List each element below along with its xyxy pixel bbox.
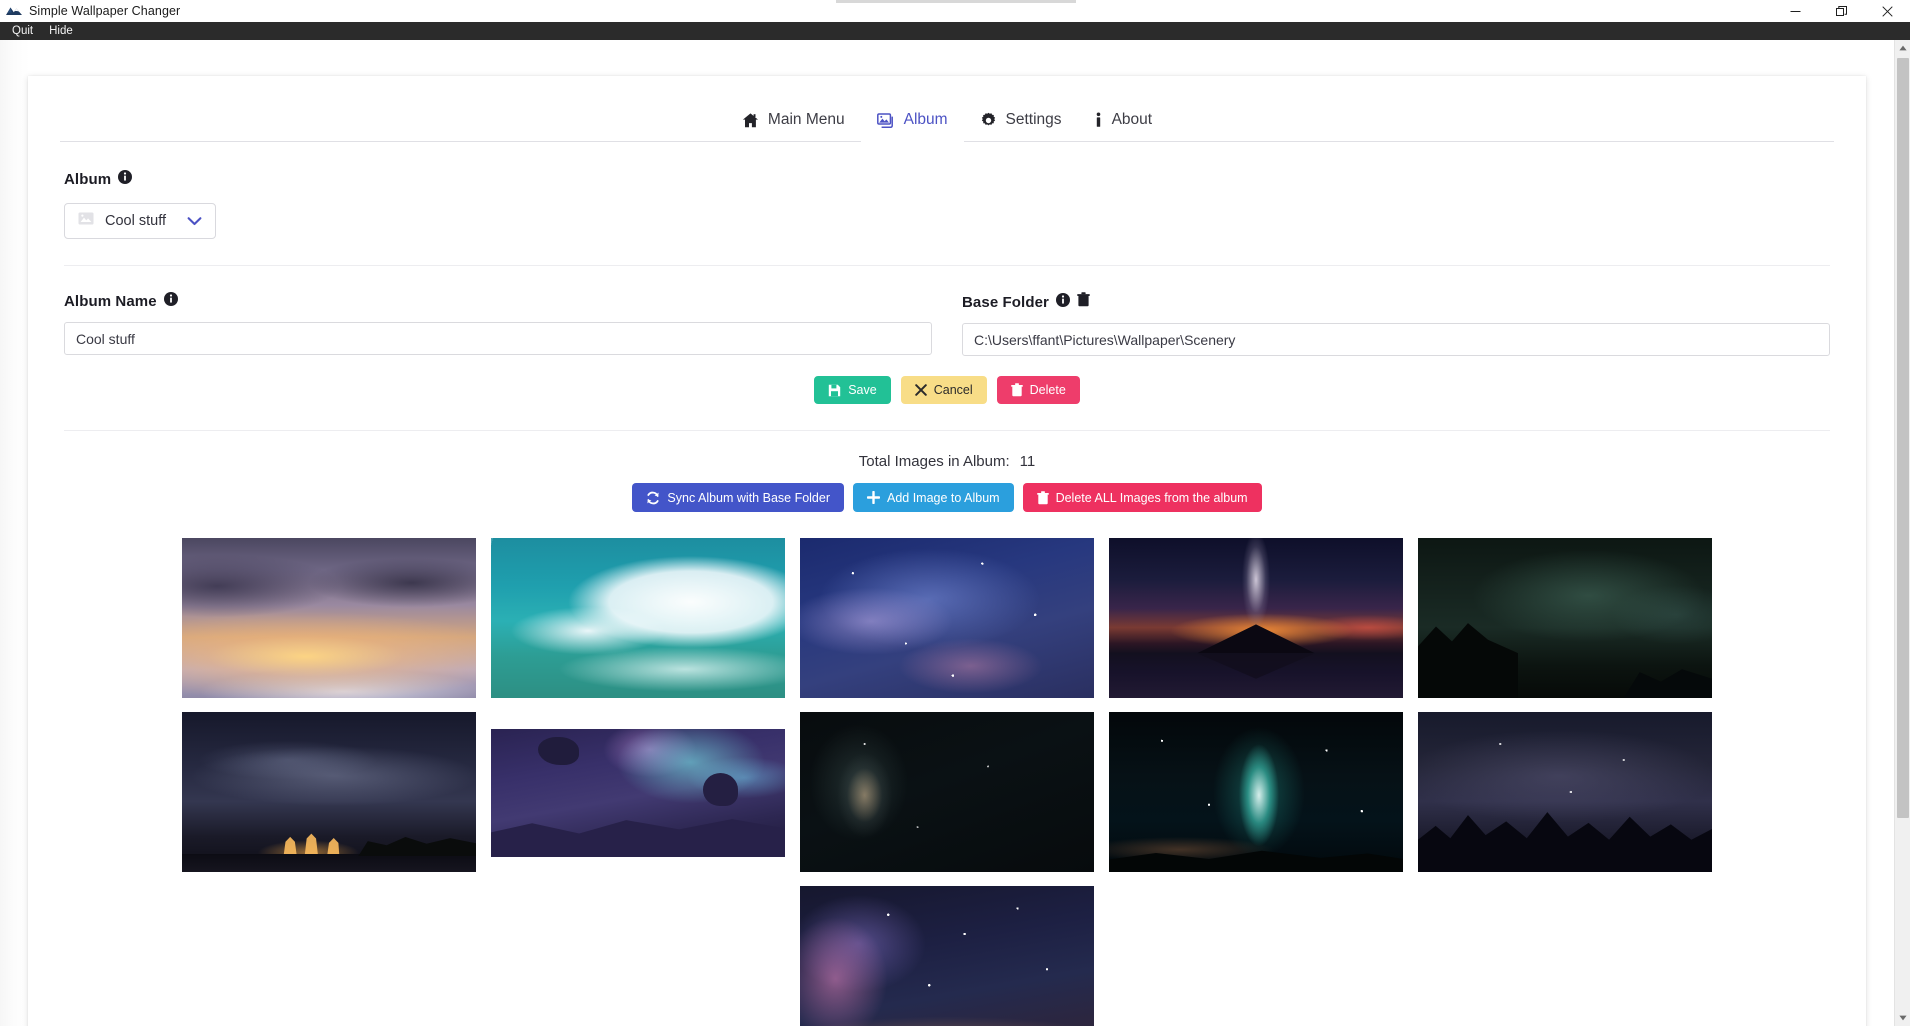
sync-album-button-label: Sync Album with Base Folder	[667, 490, 830, 505]
image-album-icon	[876, 112, 895, 129]
close-button[interactable]	[1864, 0, 1910, 22]
thumbnail-grid	[64, 538, 1830, 1026]
home-icon	[742, 112, 759, 129]
save-disk-icon	[828, 384, 841, 397]
album-fields-row: Album Name Cool stuff Base Folder C:\Use…	[64, 292, 1830, 356]
plus-icon	[867, 491, 880, 504]
thumbnail-blue-starry-nebula[interactable]	[800, 538, 1094, 698]
tab-main-menu-label: Main Menu	[767, 111, 845, 128]
tab-settings[interactable]: Settings	[964, 102, 1078, 142]
thumbnail-forest-silhouette-starry-sky[interactable]	[1418, 712, 1712, 872]
info-icon	[1094, 112, 1103, 129]
thumbnail-art	[800, 538, 1094, 698]
album-name-label-row: Album Name	[64, 292, 932, 311]
sync-album-button[interactable]: Sync Album with Base Folder	[632, 483, 844, 512]
base-folder-label: Base Folder	[962, 293, 1049, 311]
delete-button[interactable]: Delete	[996, 376, 1080, 404]
tab-bar: Main Menu Album Settings About	[60, 76, 1834, 142]
trash-icon	[1010, 383, 1023, 397]
minimize-button[interactable]	[1772, 0, 1818, 22]
delete-all-images-button[interactable]: Delete ALL Images from the album	[1022, 483, 1262, 512]
total-images-label: Total Images in Album:	[858, 453, 1010, 470]
album-name-input[interactable]	[64, 322, 932, 355]
window-title: Simple Wallpaper Changer	[29, 4, 181, 18]
scrollbar-thumb[interactable]	[1897, 58, 1909, 818]
album-select-value: Cool stuff	[105, 213, 166, 229]
album-label: Album	[64, 171, 112, 188]
image-icon	[78, 212, 94, 230]
form-action-buttons: Save Cancel Delete	[64, 376, 1830, 404]
thumbnail-cumulus-cloud-over-teal-water-pier[interactable]	[491, 538, 785, 698]
floating-island	[702, 772, 738, 806]
tab-main-menu[interactable]: Main Menu	[726, 102, 861, 142]
thumbnail-purple-pink-nebula-stars[interactable]	[800, 886, 1094, 1026]
app-logo-icon	[5, 2, 23, 20]
thumbnail-art	[182, 538, 476, 698]
base-folder-field-group: Base Folder	[962, 292, 1830, 356]
thumbnail-art	[800, 712, 1094, 872]
album-select-dropdown[interactable]: Cool stuff	[64, 203, 216, 239]
vertical-scrollbar[interactable]	[1894, 40, 1910, 1026]
album-name-field-group: Album Name	[64, 292, 932, 356]
album-select-wrapper: Cool stuff	[64, 203, 1830, 239]
window-controls	[1772, 0, 1910, 22]
save-button-label: Save	[848, 383, 877, 397]
thumbnail-dark-green-night-lake-trees[interactable]	[1418, 538, 1712, 698]
thumbnail-night-lake-illuminated-castle[interactable]	[182, 712, 476, 872]
album-label-row: Album	[64, 170, 1830, 189]
title-bar: Simple Wallpaper Changer	[0, 0, 1910, 22]
scroll-up-arrow[interactable]	[1895, 40, 1910, 56]
gear-icon	[980, 112, 997, 129]
menu-bar: Quit Hide	[0, 22, 1910, 40]
tab-about[interactable]: About	[1078, 102, 1169, 142]
thumbnail-floating-islands-aurora-fantasy[interactable]	[491, 729, 785, 857]
tab-album-label: Album	[903, 111, 948, 128]
menu-quit[interactable]: Quit	[4, 22, 41, 40]
add-image-button[interactable]: Add Image to Album	[853, 483, 1014, 512]
save-button[interactable]: Save	[814, 376, 891, 404]
total-images-count: 11	[1019, 453, 1036, 470]
info-circle-icon[interactable]	[163, 292, 178, 311]
thumbnail-art	[491, 538, 785, 698]
base-folder-label-row: Base Folder	[962, 292, 1830, 312]
delete-button-label: Delete	[1029, 383, 1066, 397]
add-image-button-label: Add Image to Album	[887, 490, 1000, 505]
app-body: Main Menu Album Settings About Album Coo…	[0, 40, 1910, 1026]
sync-icon	[646, 491, 660, 505]
thumbnail-dim-milky-way-core[interactable]	[800, 712, 1094, 872]
floating-island	[538, 736, 580, 765]
info-circle-icon[interactable]	[1055, 292, 1070, 312]
thumbnail-sunset-clouds-above-sea-of-clouds[interactable]	[182, 538, 476, 698]
x-icon	[914, 384, 927, 396]
cancel-button[interactable]: Cancel	[900, 376, 987, 404]
tab-settings-label: Settings	[1005, 111, 1062, 128]
thumbnail-art	[1109, 712, 1403, 872]
thumbnail-teal-milky-way-over-hills[interactable]	[1109, 712, 1403, 872]
album-select-section: Album Cool stuff	[28, 142, 1866, 265]
restore-button[interactable]	[1818, 0, 1864, 22]
info-circle-icon[interactable]	[118, 170, 133, 189]
cancel-button-label: Cancel	[933, 383, 973, 397]
window-drag-indicator[interactable]	[836, 0, 1076, 3]
thumbnail-mount-fuji-milky-way-reflection[interactable]	[1109, 538, 1403, 698]
scroll-down-arrow[interactable]	[1895, 1010, 1910, 1026]
album-name-label: Album Name	[64, 293, 157, 310]
section-divider-2	[64, 430, 1830, 431]
trash-icon[interactable]	[1077, 292, 1090, 312]
scroll-container: Main Menu Album Settings About Album Coo…	[0, 40, 1894, 1026]
tab-about-label: About	[1111, 111, 1153, 128]
water-band	[182, 854, 476, 872]
base-folder-input[interactable]	[962, 323, 1830, 356]
chevron-down-icon[interactable]	[187, 216, 202, 226]
delete-all-images-button-label: Delete ALL Images from the album	[1055, 490, 1248, 505]
total-images-row: Total Images in Album: 11	[64, 453, 1830, 470]
thumbnail-art	[800, 886, 1094, 1026]
image-action-buttons: Sync Album with Base Folder Add Image to…	[64, 483, 1830, 512]
album-images-section: Total Images in Album: 11 Sync Album wit…	[28, 453, 1866, 1026]
menu-hide[interactable]: Hide	[41, 22, 81, 40]
trash-icon	[1036, 490, 1049, 505]
album-edit-section: Album Name Cool stuff Base Folder C:\Use…	[28, 266, 1866, 430]
tab-album[interactable]: Album	[860, 102, 964, 142]
content-card: Main Menu Album Settings About Album Coo…	[28, 76, 1866, 1026]
